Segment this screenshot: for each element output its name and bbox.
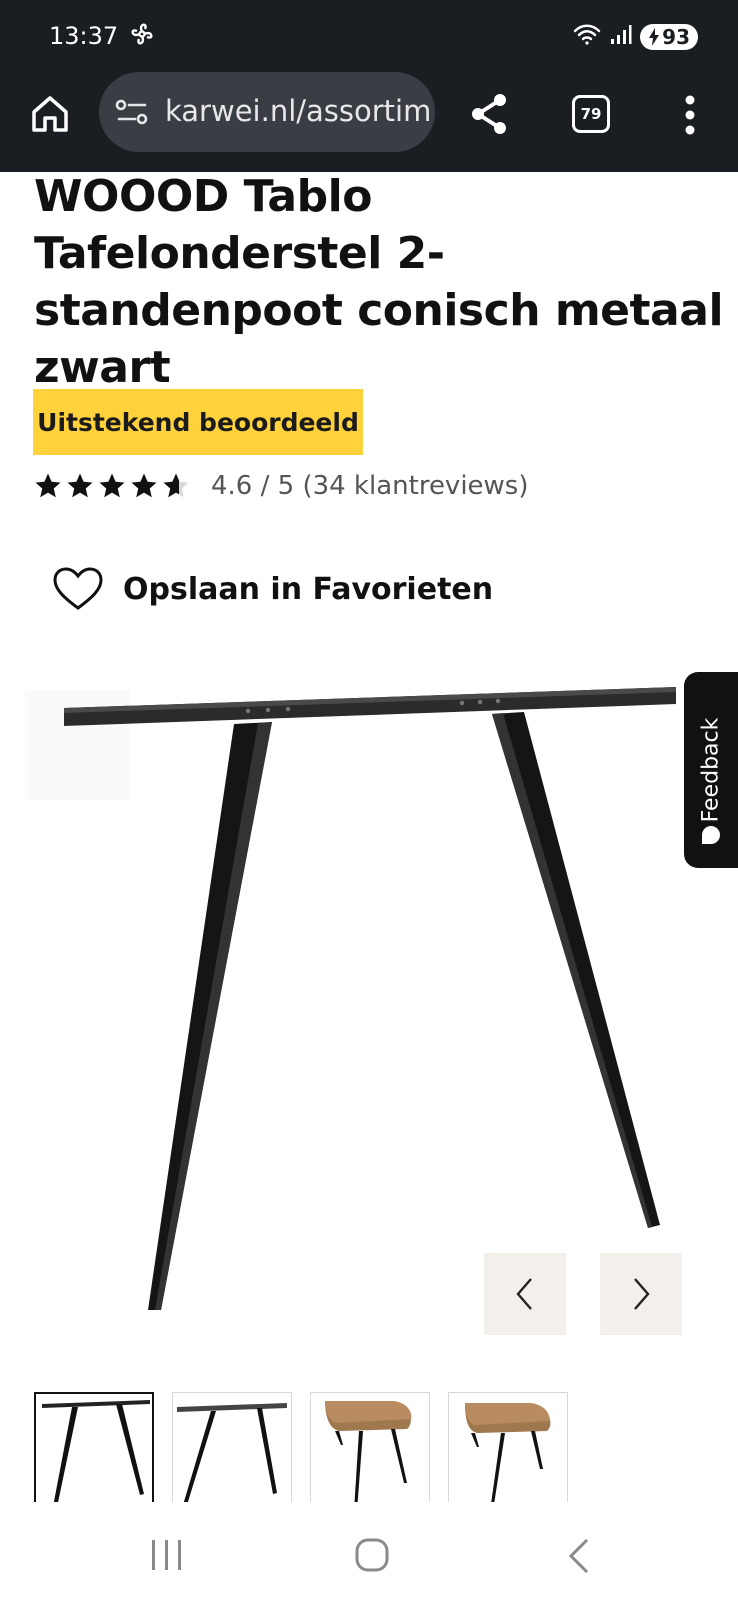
system-navigation-bar [0,1502,738,1600]
battery-level: 93 [662,24,690,49]
favorite-label: Opslaan in Favorieten [123,571,494,607]
rating-stars [33,471,191,501]
home-circle-icon [355,1538,389,1572]
star-icon [67,473,93,498]
star-icon [35,473,61,498]
more-menu-button[interactable] [680,92,700,138]
signal-icon [610,23,632,50]
product-gallery[interactable] [0,650,738,1350]
chevron-right-icon [634,1278,650,1310]
home-button[interactable] [28,92,72,136]
favorite-button[interactable]: Opslaan in Favorieten [53,567,493,611]
status-time: 13:37 [49,22,119,50]
gallery-prev-button[interactable] [484,1253,566,1335]
rating-row[interactable]: 4.6 / 5 (34 klantreviews) [33,466,529,506]
home-icon [32,96,68,132]
wifi-icon [572,22,602,51]
gallery-next-button[interactable] [600,1253,682,1335]
url-text: karwei.nl/assortim [165,94,432,128]
feedback-tab[interactable]: Feedback [684,672,738,868]
tab-switcher-button[interactable]: 79 [572,95,610,133]
system-back-button[interactable] [568,1538,590,1579]
tab-count: 79 [580,105,602,123]
rating-text: 4.6 / 5 (34 klantreviews) [211,471,529,501]
heart-icon [53,567,103,610]
rating-badge: Uitstekend beoordeeld [33,389,363,455]
product-image [25,687,676,1310]
status-bar: 13:37 93 [0,0,738,72]
star-icon [131,473,157,498]
more-vert-icon [685,95,695,135]
back-icon [568,1538,589,1574]
thumbnail[interactable] [172,1392,292,1502]
browser-chrome: 13:37 93 karwei.nl/assortim 79 [0,0,738,172]
share-button[interactable] [466,90,514,138]
recent-apps-button[interactable] [150,1540,184,1575]
star-icon [99,473,125,498]
tune-icon[interactable] [115,98,149,131]
battery-indicator: 93 [640,23,698,50]
thumbnail[interactable] [310,1392,430,1502]
chat-bubble-icon [702,826,720,844]
chevron-left-icon [516,1278,532,1310]
system-home-button[interactable] [355,1538,389,1577]
thumbnail-strip [34,1392,738,1502]
star-half-icon [163,473,189,498]
status-right: 93 [572,22,698,51]
product-title: WOOOD Tablo Tafelonderstel 2-standenpoot… [34,171,724,393]
address-bar[interactable]: karwei.nl/assortim [99,72,435,152]
fan-icon [128,20,156,53]
share-icon [472,94,506,134]
feedback-label: Feedback [698,717,724,823]
thumbnail[interactable] [448,1392,568,1502]
thumbnail[interactable] [34,1392,154,1502]
recents-icon [152,1540,181,1570]
